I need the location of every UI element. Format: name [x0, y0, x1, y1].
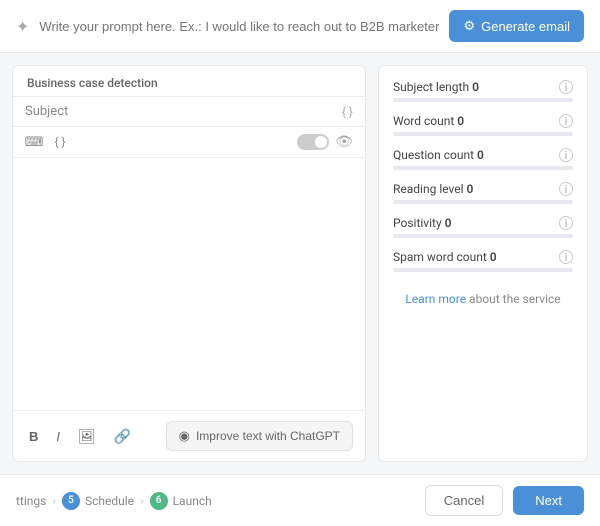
editor-toolbar: ⌨ { } 👁	[13, 127, 365, 158]
chatgpt-icon: ◉	[179, 428, 190, 444]
step-badge-5: 5	[62, 492, 80, 510]
top-bar: ✦ ⚙ Generate email	[0, 0, 600, 53]
toggle-thumb	[315, 136, 327, 148]
link-button[interactable]: 🔗	[110, 426, 135, 447]
breadcrumb: ttings › 5 Schedule › 6 Launch	[16, 492, 212, 510]
step-badge-6: 6	[150, 492, 168, 510]
editor-body[interactable]	[13, 158, 365, 410]
format-tools: B I 🖼 🔗	[25, 426, 135, 447]
toggle-switch[interactable]	[297, 134, 329, 150]
next-button[interactable]: Next	[513, 486, 584, 515]
breadcrumb-step-launch: 6 Launch	[150, 492, 212, 510]
breadcrumb-step-settings: ttings	[16, 494, 46, 508]
gear-icon: ⚙	[463, 18, 475, 34]
chatgpt-improve-button[interactable]: ◉ Improve text with ChatGPT	[166, 421, 353, 451]
info-icon-reading-level[interactable]: i	[559, 182, 573, 196]
embed-icon[interactable]: ⌨	[25, 133, 43, 151]
stat-spam-word-count: Spam word count 0 i	[393, 250, 573, 272]
info-icon-subject[interactable]: i	[559, 80, 573, 94]
left-panel: Business case detection Subject { } ⌨ { …	[12, 65, 366, 462]
stat-reading-level: Reading level 0 i	[393, 182, 573, 204]
editor-footer: B I 🖼 🔗 ◉ Improve text with ChatGPT	[13, 410, 365, 461]
subject-label: Subject	[25, 104, 334, 119]
subject-braces-button[interactable]: { }	[342, 105, 353, 119]
breadcrumb-step-schedule: 5 Schedule	[62, 492, 134, 510]
launch-label: Launch	[173, 494, 212, 508]
cancel-button[interactable]: Cancel	[425, 485, 503, 516]
image-button[interactable]: 🖼	[74, 426, 100, 447]
learn-more-link[interactable]: Learn more	[405, 292, 466, 306]
stat-word-count: Word count 0 i	[393, 114, 573, 136]
panel-title: Business case detection	[13, 66, 365, 96]
learn-more-row: Learn more about the service	[393, 292, 573, 306]
toggle-bar: 👁	[297, 134, 353, 150]
info-icon-word-count[interactable]: i	[559, 114, 573, 128]
info-icon-spam[interactable]: i	[559, 250, 573, 264]
info-icon-positivity[interactable]: i	[559, 216, 573, 230]
italic-button[interactable]: I	[52, 427, 64, 446]
stat-subject-length: Subject length 0 i	[393, 80, 573, 102]
bottom-actions: Cancel Next	[425, 485, 584, 516]
subject-row: Subject { }	[13, 96, 365, 127]
generate-email-button[interactable]: ⚙ Generate email	[449, 10, 584, 42]
schedule-label: Schedule	[85, 494, 134, 508]
info-icon-question-count[interactable]: i	[559, 148, 573, 162]
main-content: Business case detection Subject { } ⌨ { …	[0, 53, 600, 474]
stat-question-count: Question count 0 i	[393, 148, 573, 170]
breadcrumb-sep-1: ›	[52, 494, 56, 508]
breadcrumb-sep-2: ›	[140, 494, 144, 508]
bold-button[interactable]: B	[25, 427, 42, 446]
right-panel: Subject length 0 i Word count 0 i Questi…	[378, 65, 588, 462]
wand-icon: ✦	[16, 17, 29, 36]
eye-icon[interactable]: 👁	[335, 134, 353, 150]
braces-button[interactable]: { }	[51, 133, 69, 151]
prompt-input[interactable]	[39, 19, 439, 34]
settings-label: ttings	[16, 494, 46, 508]
stat-positivity: Positivity 0 i	[393, 216, 573, 238]
bottom-bar: ttings › 5 Schedule › 6 Launch Cancel Ne…	[0, 474, 600, 526]
